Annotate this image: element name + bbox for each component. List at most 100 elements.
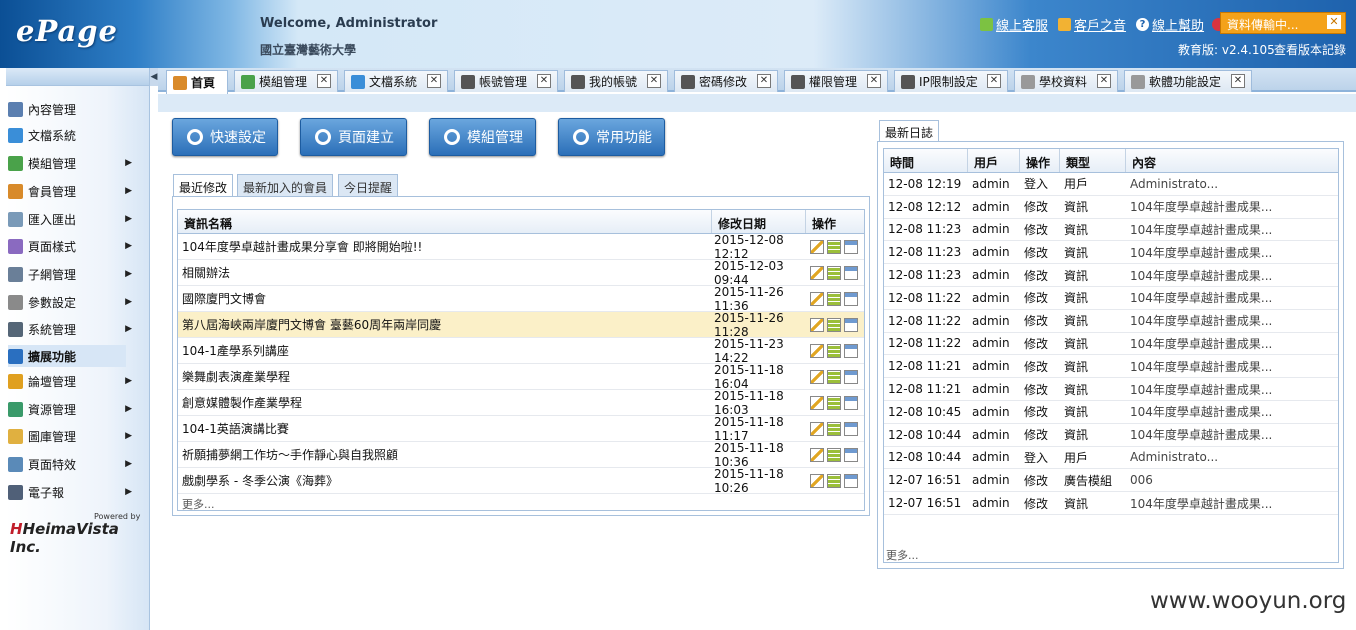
tab-new-members[interactable]: 最新加入的會員 (237, 174, 334, 196)
edit-icon[interactable] (810, 265, 824, 280)
sidebar-item-2[interactable]: 文檔系統 (8, 124, 138, 146)
table-row[interactable]: 104年度學卓越計畫成果分享會 即將開始啦!! 2015-12-08 12:12 (178, 233, 864, 261)
window-icon[interactable] (844, 369, 858, 384)
grid-icon[interactable] (827, 473, 841, 488)
grid-icon[interactable] (827, 291, 841, 306)
sidebar-item-3[interactable]: 模組管理 ▶ (8, 152, 138, 174)
grid-icon[interactable] (827, 447, 841, 462)
column-name[interactable]: 資訊名稱 (178, 210, 712, 233)
row-title[interactable]: 國際廈門文博會 (178, 290, 708, 307)
edit-icon[interactable] (810, 395, 824, 410)
sidebar-item-6[interactable]: 頁面樣式 ▶ (8, 235, 138, 257)
close-tab-icon[interactable]: ✕ (867, 74, 881, 88)
table-row[interactable]: 104-1產學系列講座 2015-11-23 14:22 (178, 337, 864, 365)
sidebar-item-5[interactable]: 匯入匯出 ▶ (8, 208, 138, 230)
close-tab-icon[interactable]: ✕ (537, 74, 551, 88)
table-row[interactable]: 戲劇學系 - 冬季公演《海葬》 2015-11-18 10:26 (178, 467, 864, 495)
grid-icon[interactable] (827, 239, 841, 254)
tab-7[interactable]: 權限管理 ✕ (784, 70, 888, 92)
row-title[interactable]: 樂舞劇表演產業學程 (178, 368, 708, 385)
page-create-button[interactable]: 頁面建立 (300, 118, 407, 156)
window-icon[interactable] (844, 291, 858, 306)
edit-icon[interactable] (810, 317, 824, 332)
edit-icon[interactable] (810, 473, 824, 488)
more-link[interactable]: 更多... (182, 496, 215, 512)
tab-8[interactable]: IP限制設定 ✕ (894, 70, 1008, 92)
tab-3[interactable]: 文檔系統 ✕ (344, 70, 448, 92)
table-row[interactable]: 104-1英語演講比賽 2015-11-18 11:17 (178, 415, 864, 443)
module-manage-button[interactable]: 模組管理 (429, 118, 536, 156)
grid-icon[interactable] (827, 317, 841, 332)
row-title[interactable]: 祈願捕夢網工作坊～手作靜心與自我照顧 (178, 446, 708, 463)
table-row[interactable]: 創意媒體製作產業學程 2015-11-18 16:03 (178, 389, 864, 417)
table-row[interactable]: 第八屆海峽兩岸廈門文博會 臺藝60周年兩岸同慶 2015-11-26 11:28 (178, 311, 864, 339)
sidebar-item-14[interactable]: 頁面特效 ▶ (8, 453, 138, 475)
tab-6[interactable]: 密碼修改 ✕ (674, 70, 778, 92)
edit-icon[interactable] (810, 291, 824, 306)
edit-icon[interactable] (810, 447, 824, 462)
collapse-sidebar-icon[interactable]: ◀ (150, 68, 158, 86)
log-more-link[interactable]: 更多... (886, 547, 919, 563)
version-history-link[interactable]: 查看版本記錄 (1274, 41, 1346, 58)
close-icon[interactable]: ✕ (1327, 15, 1341, 29)
close-tab-icon[interactable]: ✕ (427, 74, 441, 88)
sidebar-item-12[interactable]: 資源管理 ▶ (8, 398, 138, 420)
sidebar-item-9[interactable]: 系統管理 ▶ (8, 318, 138, 340)
table-row[interactable]: 相關辦法 2015-12-03 09:44 (178, 259, 864, 287)
window-icon[interactable] (844, 473, 858, 488)
row-title[interactable]: 第八屆海峽兩岸廈門文博會 臺藝60周年兩岸同慶 (178, 316, 708, 333)
row-title[interactable]: 創意媒體製作產業學程 (178, 394, 708, 411)
tab-latest-log[interactable]: 最新日誌 (879, 120, 940, 142)
close-tab-icon[interactable]: ✕ (1231, 74, 1245, 88)
tab-2[interactable]: 模組管理 ✕ (234, 70, 338, 92)
window-icon[interactable] (844, 265, 858, 280)
sidebar-item-11[interactable]: 論壇管理 ▶ (8, 370, 138, 392)
grid-icon[interactable] (827, 343, 841, 358)
tab-5[interactable]: 我的帳號 ✕ (564, 70, 668, 92)
close-tab-icon[interactable]: ✕ (647, 74, 661, 88)
column-date[interactable]: 修改日期 (712, 210, 806, 233)
row-title[interactable]: 相關辦法 (178, 264, 708, 281)
tab-9[interactable]: 學校資料 ✕ (1014, 70, 1118, 92)
close-tab-icon[interactable]: ✕ (987, 74, 1001, 88)
sidebar-item-1[interactable]: 內容管理 (8, 98, 138, 120)
row-title[interactable]: 104年度學卓越計畫成果分享會 即將開始啦!! (178, 238, 708, 255)
edit-icon[interactable] (810, 239, 824, 254)
table-row[interactable]: 樂舞劇表演產業學程 2015-11-18 16:04 (178, 363, 864, 391)
tab-today-reminders[interactable]: 今日提醒 (338, 174, 399, 196)
row-title[interactable]: 戲劇學系 - 冬季公演《海葬》 (178, 472, 708, 489)
close-tab-icon[interactable]: ✕ (1097, 74, 1111, 88)
sidebar-item-15[interactable]: 電子報 ▶ (8, 481, 138, 503)
row-title[interactable]: 104-1英語演講比賽 (178, 420, 708, 437)
window-icon[interactable] (844, 421, 858, 436)
quick-setup-button[interactable]: 快速設定 (172, 118, 278, 156)
window-icon[interactable] (844, 343, 858, 358)
tab-1[interactable]: 首頁 (166, 70, 228, 94)
sidebar-item-4[interactable]: 會員管理 ▶ (8, 180, 138, 202)
tab-4[interactable]: 帳號管理 ✕ (454, 70, 558, 92)
grid-icon[interactable] (827, 395, 841, 410)
edit-icon[interactable] (810, 369, 824, 384)
sidebar-item-13[interactable]: 圖庫管理 ▶ (8, 425, 138, 447)
common-functions-button[interactable]: 常用功能 (558, 118, 665, 156)
close-tab-icon[interactable]: ✕ (757, 74, 771, 88)
sidebar-item-7[interactable]: 子網管理 ▶ (8, 263, 138, 285)
grid-icon[interactable] (827, 369, 841, 384)
window-icon[interactable] (844, 447, 858, 462)
row-title[interactable]: 104-1產學系列講座 (178, 342, 708, 359)
edit-icon[interactable] (810, 421, 824, 436)
tab-10[interactable]: 軟體功能設定 ✕ (1124, 70, 1252, 92)
table-row[interactable]: 祈願捕夢網工作坊～手作靜心與自我照顧 2015-11-18 10:36 (178, 441, 864, 469)
edit-icon[interactable] (810, 343, 824, 358)
table-row[interactable]: 國際廈門文博會 2015-11-26 11:36 (178, 285, 864, 313)
help-link[interactable]: ? 線上幫助 (1136, 15, 1204, 34)
grid-icon[interactable] (827, 421, 841, 436)
window-icon[interactable] (844, 239, 858, 254)
support-link[interactable]: 線上客服 (980, 15, 1048, 34)
window-icon[interactable] (844, 317, 858, 332)
grid-icon[interactable] (827, 265, 841, 280)
tab-recent-changes[interactable]: 最近修改 (173, 174, 234, 196)
sidebar-item-10[interactable]: 擴展功能 (8, 345, 126, 367)
close-tab-icon[interactable]: ✕ (317, 74, 331, 88)
sidebar-item-8[interactable]: 參數設定 ▶ (8, 291, 138, 313)
